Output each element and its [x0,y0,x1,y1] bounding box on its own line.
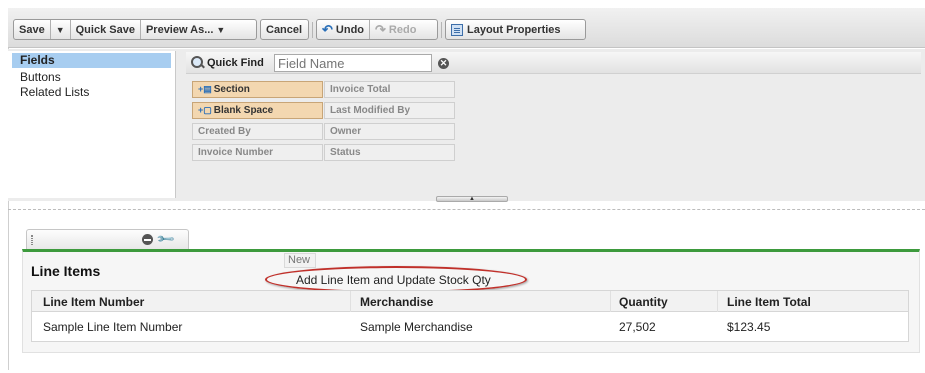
blank-space-icon: +▢ [198,105,212,115]
table-cell: Sample Merchandise [360,320,473,334]
toolbar-divider [441,22,442,38]
save-button-group: Save ▼ Quick Save Preview As... ▼ [13,19,257,40]
quick-find-label-group: Quick Find [191,56,264,69]
column-divider [350,291,351,312]
redo-icon: ↷ [375,21,386,37]
field-tile-label: Blank Space [213,105,274,116]
toolbar-divider [312,22,313,38]
clear-icon[interactable]: ✕ [438,58,449,69]
column-header-merchandise[interactable]: Merchandise [360,295,433,309]
quick-save-button[interactable]: Quick Save [71,20,141,39]
layout-properties-group: Layout Properties [445,19,586,40]
undo-icon: ↶ [322,21,333,37]
undo-redo-group: ↶ Undo ↷ Redo [316,19,438,40]
category-fields[interactable]: Fields [12,53,171,68]
toolbar: Save ▼ Quick Save Preview As... ▼ Cancel… [8,8,925,48]
column-header-quantity[interactable]: Quantity [619,295,668,309]
palette-category-list: Fields Buttons Related Lists [8,51,176,198]
related-list-table: Line Item Number Merchandise Quantity Li… [31,290,909,342]
table-cell: Sample Line Item Number [43,320,183,334]
wrench-icon[interactable]: 🔧 [155,229,175,249]
section-icon: +▤ [198,84,212,94]
undo-label: Undo [335,23,365,36]
save-dropdown-button[interactable]: ▼ [51,20,71,39]
field-tile-invoice-number[interactable]: Invoice Number [192,144,323,161]
category-buttons[interactable]: Buttons [8,70,175,85]
new-button[interactable]: New [284,253,316,268]
field-tile-created-by[interactable]: Created By [192,123,323,140]
field-tile-status[interactable]: Status [324,144,455,161]
field-tile-invoice-total[interactable]: Invoice Total [324,81,455,98]
cancel-button[interactable]: Cancel [261,20,307,39]
magnifier-icon [191,56,204,69]
quick-find-input[interactable] [274,54,432,72]
field-tile-last-modified-by[interactable]: Last Modified By [324,102,455,119]
palette-divider [8,209,925,210]
preview-as-label: Preview As... [145,23,214,36]
palette-resize-handle[interactable]: ▲ [436,196,508,202]
column-header-line-item-number[interactable]: Line Item Number [43,295,144,309]
quick-find-bar: Quick Find ✕ [186,52,921,74]
undo-button[interactable]: ↶ Undo [317,20,371,39]
section-toolbar-tab: 🔧 [26,229,189,249]
save-button[interactable]: Save [14,20,51,39]
chevron-down-icon: ▼ [216,24,226,35]
layout-properties-button[interactable]: Layout Properties [446,20,566,39]
column-divider [610,291,611,312]
redo-button[interactable]: ↷ Redo [370,20,421,39]
minus-icon[interactable] [142,234,153,245]
column-header-line-item-total[interactable]: Line Item Total [727,295,811,309]
field-tile-owner[interactable]: Owner [324,123,455,140]
redo-label: Redo [388,23,417,36]
grip-icon[interactable] [31,235,33,245]
field-tile-blank-space[interactable]: +▢ Blank Space [192,102,323,119]
quick-find-label: Quick Find [207,56,264,69]
related-list-title: Line Items [31,263,101,279]
column-divider [717,291,718,312]
preview-as-button[interactable]: Preview As... ▼ [141,20,230,39]
highlight-ellipse [265,266,527,293]
field-tile-section[interactable]: +▤ Section [192,81,323,98]
category-related-lists[interactable]: Related Lists [8,85,175,100]
field-tile-label: Section [213,84,250,95]
layout-properties-icon [451,23,463,36]
table-cell: $123.45 [727,320,771,334]
layout-properties-label: Layout Properties [467,23,561,36]
table-cell: 27,502 [619,320,656,334]
cancel-button-group: Cancel [260,19,309,40]
